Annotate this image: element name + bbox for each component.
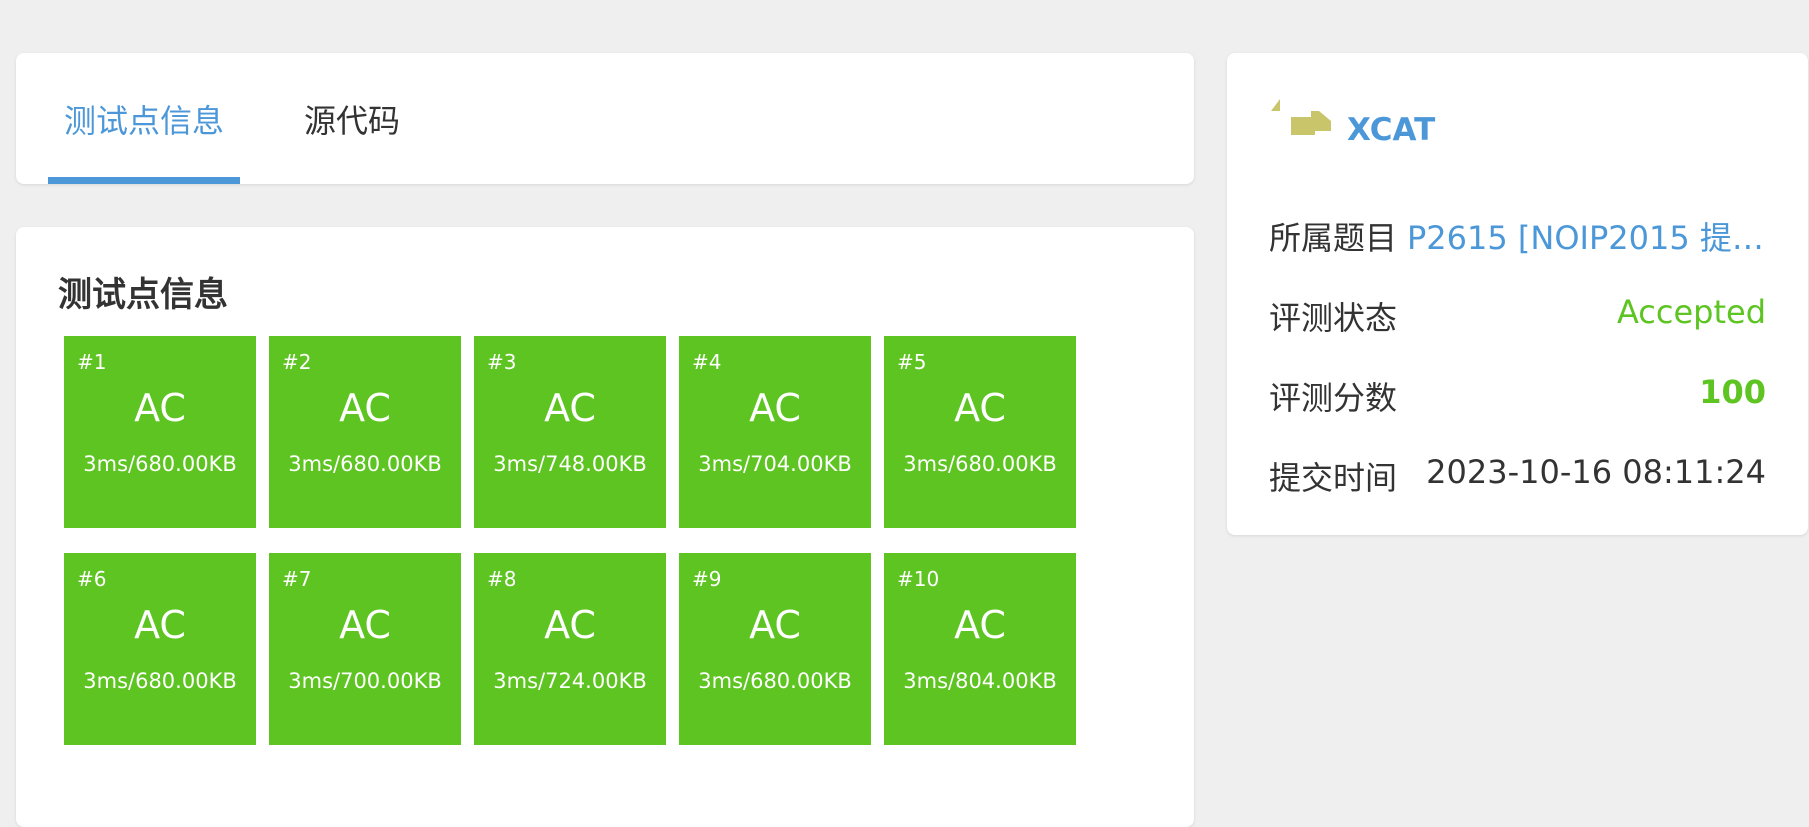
section-title: 测试点信息 [58, 275, 228, 315]
test-case-status: AC [339, 603, 391, 647]
problem-label: 所属题目 [1269, 219, 1398, 257]
tabs-card: 测试点信息 源代码 [16, 53, 1194, 184]
user-logo-icon[interactable] [1271, 99, 1335, 145]
test-case-tile[interactable]: #5 AC 3ms/680.00KB [884, 336, 1076, 528]
test-case-resources: 3ms/680.00KB [698, 669, 852, 693]
test-case-resources: 3ms/680.00KB [288, 452, 442, 476]
score-label: 评测分数 [1269, 379, 1398, 417]
status-value: Accepted [1616, 293, 1766, 331]
submit-time-value: 2023-10-16 08:11:24 [1426, 453, 1766, 491]
test-case-tile[interactable]: #9 AC 3ms/680.00KB [679, 553, 871, 745]
score-value: 100 [1699, 373, 1766, 411]
test-case-tile[interactable]: #4 AC 3ms/704.00KB [679, 336, 871, 528]
test-case-status: AC [749, 603, 801, 647]
test-case-id: #2 [282, 350, 312, 374]
test-case-tile[interactable]: #2 AC 3ms/680.00KB [269, 336, 461, 528]
submission-info-card: XCAT 所属题目 P2615 [NOIP2015 提高组] 神奇的幻方 评测状… [1227, 53, 1808, 535]
test-case-id: #8 [487, 567, 517, 591]
test-case-status: AC [339, 386, 391, 430]
test-case-id: #9 [692, 567, 722, 591]
test-case-status: AC [954, 386, 1006, 430]
test-case-status: AC [544, 603, 596, 647]
test-case-id: #5 [897, 350, 927, 374]
test-case-id: #1 [77, 350, 107, 374]
test-case-resources: 3ms/700.00KB [288, 669, 442, 693]
test-case-resources: 3ms/680.00KB [83, 452, 237, 476]
test-case-tile[interactable]: #1 AC 3ms/680.00KB [64, 336, 256, 528]
test-case-id: #3 [487, 350, 517, 374]
test-case-resources: 3ms/748.00KB [493, 452, 647, 476]
submit-time-label: 提交时间 [1269, 459, 1398, 497]
test-case-tile[interactable]: #8 AC 3ms/724.00KB [474, 553, 666, 745]
user-name-link[interactable]: XCAT [1347, 112, 1435, 148]
test-case-status: AC [954, 603, 1006, 647]
test-case-id: #4 [692, 350, 722, 374]
test-case-resources: 3ms/704.00KB [698, 452, 852, 476]
test-case-id: #10 [897, 567, 940, 591]
test-case-status: AC [134, 603, 186, 647]
test-case-id: #6 [77, 567, 107, 591]
test-case-resources: 3ms/724.00KB [493, 669, 647, 693]
test-case-status: AC [544, 386, 596, 430]
test-case-tile[interactable]: #3 AC 3ms/748.00KB [474, 336, 666, 528]
test-case-resources: 3ms/680.00KB [83, 669, 237, 693]
test-case-tile[interactable]: #6 AC 3ms/680.00KB [64, 553, 256, 745]
test-case-id: #7 [282, 567, 312, 591]
test-case-status: AC [134, 386, 186, 430]
test-case-tile[interactable]: #7 AC 3ms/700.00KB [269, 553, 461, 745]
test-case-tile[interactable]: #10 AC 3ms/804.00KB [884, 553, 1076, 745]
test-case-status: AC [749, 386, 801, 430]
test-cases-card: 测试点信息 #1 AC 3ms/680.00KB #2 AC 3ms/680.0… [16, 227, 1194, 827]
tab-source-code[interactable]: 源代码 [272, 53, 432, 184]
tab-test-cases[interactable]: 测试点信息 [48, 53, 240, 184]
test-case-resources: 3ms/680.00KB [903, 452, 1057, 476]
status-label: 评测状态 [1269, 299, 1398, 337]
test-case-resources: 3ms/804.00KB [903, 669, 1057, 693]
problem-link[interactable]: P2615 [NOIP2015 提高组] 神奇的幻方 [1407, 213, 1767, 259]
active-tab-indicator [48, 177, 240, 184]
